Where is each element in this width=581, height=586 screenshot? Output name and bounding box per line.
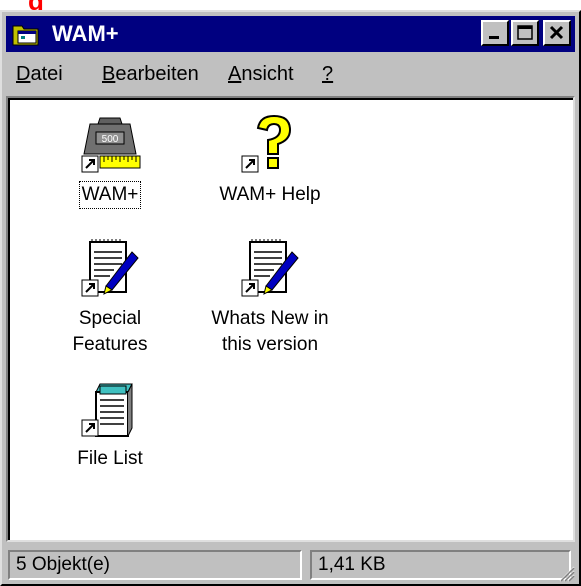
window-title: WAM+ [52, 21, 119, 46]
notepad-pen-shortcut-icon [241, 239, 299, 297]
icon-wam[interactable]: 500 WAM+ [30, 114, 190, 209]
icon-special-features[interactable]: Special Features [30, 238, 190, 358]
document-list-shortcut-icon [81, 383, 133, 437]
icon-label: WAM+ Help [219, 184, 321, 205]
menu-ansicht[interactable]: Ansicht [228, 62, 294, 86]
menu-help[interactable]: ? [322, 62, 333, 86]
notepad-pen-shortcut-icon [81, 239, 139, 297]
close-button[interactable] [543, 20, 571, 46]
icon-label: Special Features [72, 308, 148, 355]
explorer-window: WAM+ Datei Bearbeiten Ansicht ? 500 WAM+… [0, 10, 581, 586]
status-size: 1,41 KB [310, 550, 571, 580]
file-view[interactable]: 500 WAM+ WAM+ Help Special Features What… [6, 96, 575, 542]
icon-file-list[interactable]: File List [30, 378, 190, 472]
maximize-icon [517, 25, 533, 40]
minimize-button[interactable] [481, 20, 509, 46]
menu-bar: Datei Bearbeiten Ansicht ? [6, 56, 575, 92]
resize-grip-icon[interactable] [557, 564, 575, 582]
weight-shortcut-icon: 500 [81, 117, 141, 173]
title-bar[interactable]: WAM+ [6, 16, 575, 52]
icon-label: WAM+ [78, 181, 142, 209]
icon-label: Whats New in this version [211, 308, 329, 355]
close-icon [549, 25, 564, 40]
icon-whats-new[interactable]: Whats New in this version [190, 238, 350, 358]
status-object-count: 5 Objekt(e) [8, 550, 302, 580]
svg-text:500: 500 [102, 134, 119, 145]
minimize-icon [489, 36, 499, 39]
maximize-button[interactable] [511, 20, 539, 46]
folder-window-icon [12, 25, 39, 46]
menu-bearbeiten[interactable]: Bearbeiten [102, 62, 199, 86]
icon-label: File List [77, 448, 143, 469]
status-bar: 5 Objekt(e) 1,41 KB [6, 546, 575, 582]
menu-datei[interactable]: Datei [16, 62, 63, 86]
icon-wam-help[interactable]: WAM+ Help [190, 114, 350, 208]
help-question-shortcut-icon [241, 114, 292, 173]
